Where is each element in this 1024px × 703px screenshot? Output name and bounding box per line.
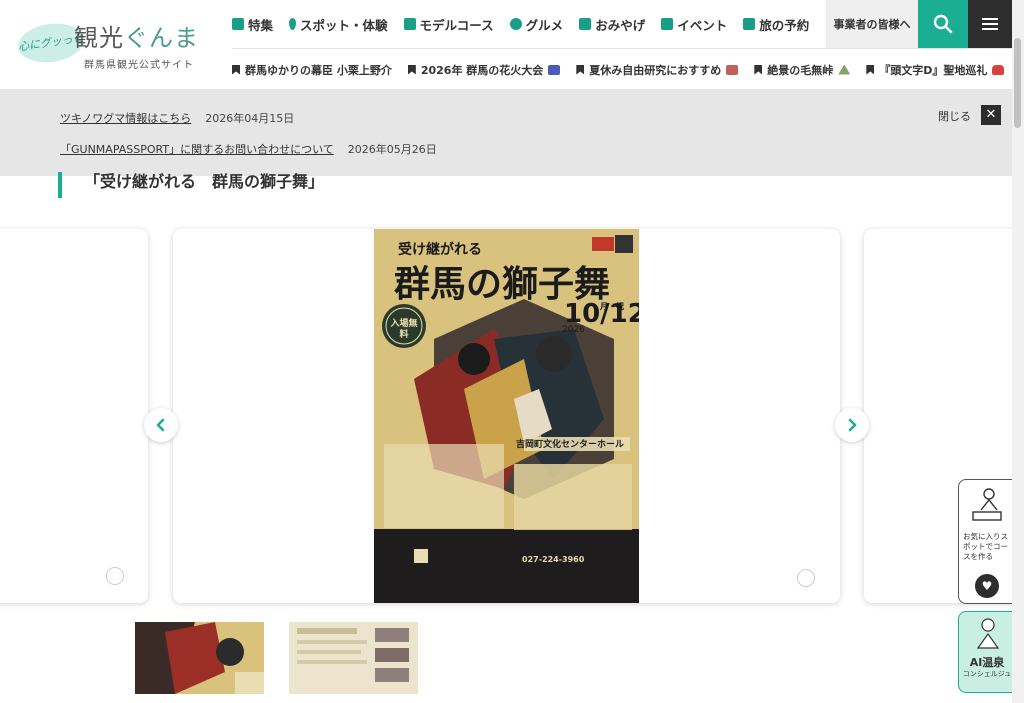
nav-item-event[interactable]: イベント <box>661 15 727 34</box>
notice-banner: ツキノワグマ情報はこちら 2026年04月15日 「GUNMAPASSPORT」に… <box>0 90 1012 176</box>
bookmark-icon <box>232 64 240 75</box>
hamburger-icon <box>982 15 998 33</box>
thumbnail-image <box>135 622 264 694</box>
heart-icon: ♥ <box>975 574 999 598</box>
tag-label: 群馬ゆかりの幕臣 小栗上野介 <box>245 63 392 77</box>
car-emoji-icon <box>992 64 1005 75</box>
concierge-icon <box>976 618 1000 649</box>
event-poster-image: 受け継がれる 群馬の獅子舞 10/12 月・祝 2026 入場無料 吉岡町文化セ… <box>374 229 639 603</box>
scrollbar-thumb[interactable] <box>1014 38 1021 128</box>
nav-item-label: おみやげ <box>595 17 646 33</box>
poster-date-suffix: 月・祝 <box>600 302 624 311</box>
thumbnail-2[interactable] <box>289 622 418 694</box>
chevron-right-icon <box>848 418 857 432</box>
bookmark-icon <box>407 64 416 75</box>
notice-link-bear[interactable]: ツキノワグマ情報はこちら <box>60 112 191 125</box>
tag-label: 2026年 群馬の花火大会 <box>420 63 544 77</box>
nav-item-booking[interactable]: 旅の予約 <box>743 15 809 34</box>
notice-date: 2026年04月15日 <box>205 112 295 125</box>
bookmark-icon <box>576 64 585 75</box>
ai-onsen-title: AI温泉 <box>969 656 1005 669</box>
nav-item-gourmet[interactable]: グルメ <box>509 15 564 34</box>
nav-item-spots[interactable]: スポット・体験 <box>289 15 388 34</box>
notice-item: ツキノワグマ情報はこちら 2026年04月15日 <box>60 110 294 126</box>
site-logo[interactable]: 心にグッっと 観光ぐんま 群馬県観光公式サイト <box>14 16 214 72</box>
bed-icon <box>743 18 756 30</box>
tag-label: 『頭文字D』聖地巡礼 <box>879 63 988 77</box>
poster-free-badge: 入場無料 <box>390 319 418 340</box>
nav-item-label: イベント <box>677 17 728 33</box>
notice-close-label[interactable]: 閉じる <box>938 108 971 124</box>
notice-link-passport[interactable]: 「GUNMAPASSPORT」に関するお問い合わせについて <box>60 143 334 156</box>
shop-icon <box>579 18 592 30</box>
calendar-icon <box>661 18 674 30</box>
carousel-next-button[interactable] <box>835 408 869 442</box>
main-nav: 特集 スポット・体験 モデルコース グルメ おみやげ イベント 旅の予約 <box>232 0 826 48</box>
nav-item-label: グルメ <box>525 17 564 33</box>
logo-title: 観光ぐんま <box>74 18 199 53</box>
nav-item-label: 特集 <box>248 17 274 33</box>
pin-icon <box>289 18 297 30</box>
section-title: 「受け継がれる 群馬の獅子舞」 <box>58 172 324 198</box>
tag-label: 夏休み自由研究におすすめ <box>589 63 722 77</box>
ai-onsen-subtitle: コンシェルジュ <box>962 670 1012 678</box>
tag-initial-d[interactable]: 『頭文字D』聖地巡礼 <box>866 62 1005 78</box>
thumbnail-image <box>289 622 418 694</box>
fireworks-emoji-icon <box>548 64 561 75</box>
factory-emoji-icon <box>726 64 739 75</box>
favorite-course-text: お気に入りスポットでコースを作る <box>963 532 1008 561</box>
nav-item-model-course[interactable]: モデルコース <box>403 15 494 34</box>
zoom-icon <box>797 569 815 587</box>
nav-item-label: 旅の予約 <box>759 17 810 33</box>
tag-oguri[interactable]: 群馬ゆかりの幕臣 小栗上野介 <box>232 62 392 78</box>
search-icon <box>933 14 953 34</box>
nav-item-feature[interactable]: 特集 <box>232 15 273 34</box>
mountain-emoji-icon <box>838 64 851 75</box>
logo-title-kanji: 観光 <box>74 24 124 52</box>
menu-button[interactable] <box>968 0 1012 48</box>
zoom-icon <box>106 567 124 585</box>
notice-item: 「GUNMAPASSPORT」に関するお問い合わせについて 2026年05月26日 <box>60 141 437 157</box>
tag-kenashi[interactable]: 絶景の毛無峠 <box>754 62 851 78</box>
dish-icon <box>509 18 522 30</box>
logo-subtitle: 群馬県観光公式サイト <box>84 60 194 71</box>
ai-onsen-concierge-widget[interactable]: AI温泉 コンシェルジュ <box>958 611 1014 693</box>
tag-fireworks[interactable]: 2026年 群馬の花火大会 <box>407 62 561 78</box>
search-button[interactable] <box>918 0 968 48</box>
logo-title-kana: ぐんま <box>124 24 199 52</box>
tag-summer-research[interactable]: 夏休み自由研究におすすめ <box>576 62 739 78</box>
business-link[interactable]: 事業者の皆様へ <box>826 0 918 48</box>
person-at-desk-icon <box>972 488 1002 521</box>
poster-year: 2026 <box>562 325 585 335</box>
bookmark-icon <box>866 64 875 75</box>
site-header: 心にグッっと 観光ぐんま 群馬県観光公式サイト 特集 スポット・体験 モデルコー… <box>0 0 1012 90</box>
nav-item-label: モデルコース <box>419 17 494 33</box>
close-icon[interactable]: ✕ <box>981 105 1001 125</box>
book-icon <box>232 18 244 30</box>
nav-item-souvenir[interactable]: おみやげ <box>579 15 645 34</box>
tag-label: 絶景の毛無峠 <box>767 63 834 77</box>
carousel-card-prev[interactable] <box>0 229 148 603</box>
map-icon <box>403 18 416 30</box>
carousel-prev-button[interactable] <box>144 408 178 442</box>
poster-phone: 027-224-3960 <box>522 555 585 564</box>
nav-item-label: スポット・体験 <box>300 17 388 33</box>
chevron-left-icon <box>156 418 165 432</box>
thumbnail-1[interactable] <box>135 622 264 694</box>
poster-venue: 吉岡町文化センターホール <box>516 440 625 450</box>
bookmark-icon <box>754 64 763 75</box>
trending-tags: 群馬ゆかりの幕臣 小栗上野介 2026年 群馬の花火大会 夏休み自由研究におすす… <box>232 48 1012 90</box>
favorite-course-widget[interactable]: お気に入りスポットでコースを作る ♥ <box>958 479 1014 604</box>
notice-date: 2026年05月26日 <box>347 143 437 156</box>
